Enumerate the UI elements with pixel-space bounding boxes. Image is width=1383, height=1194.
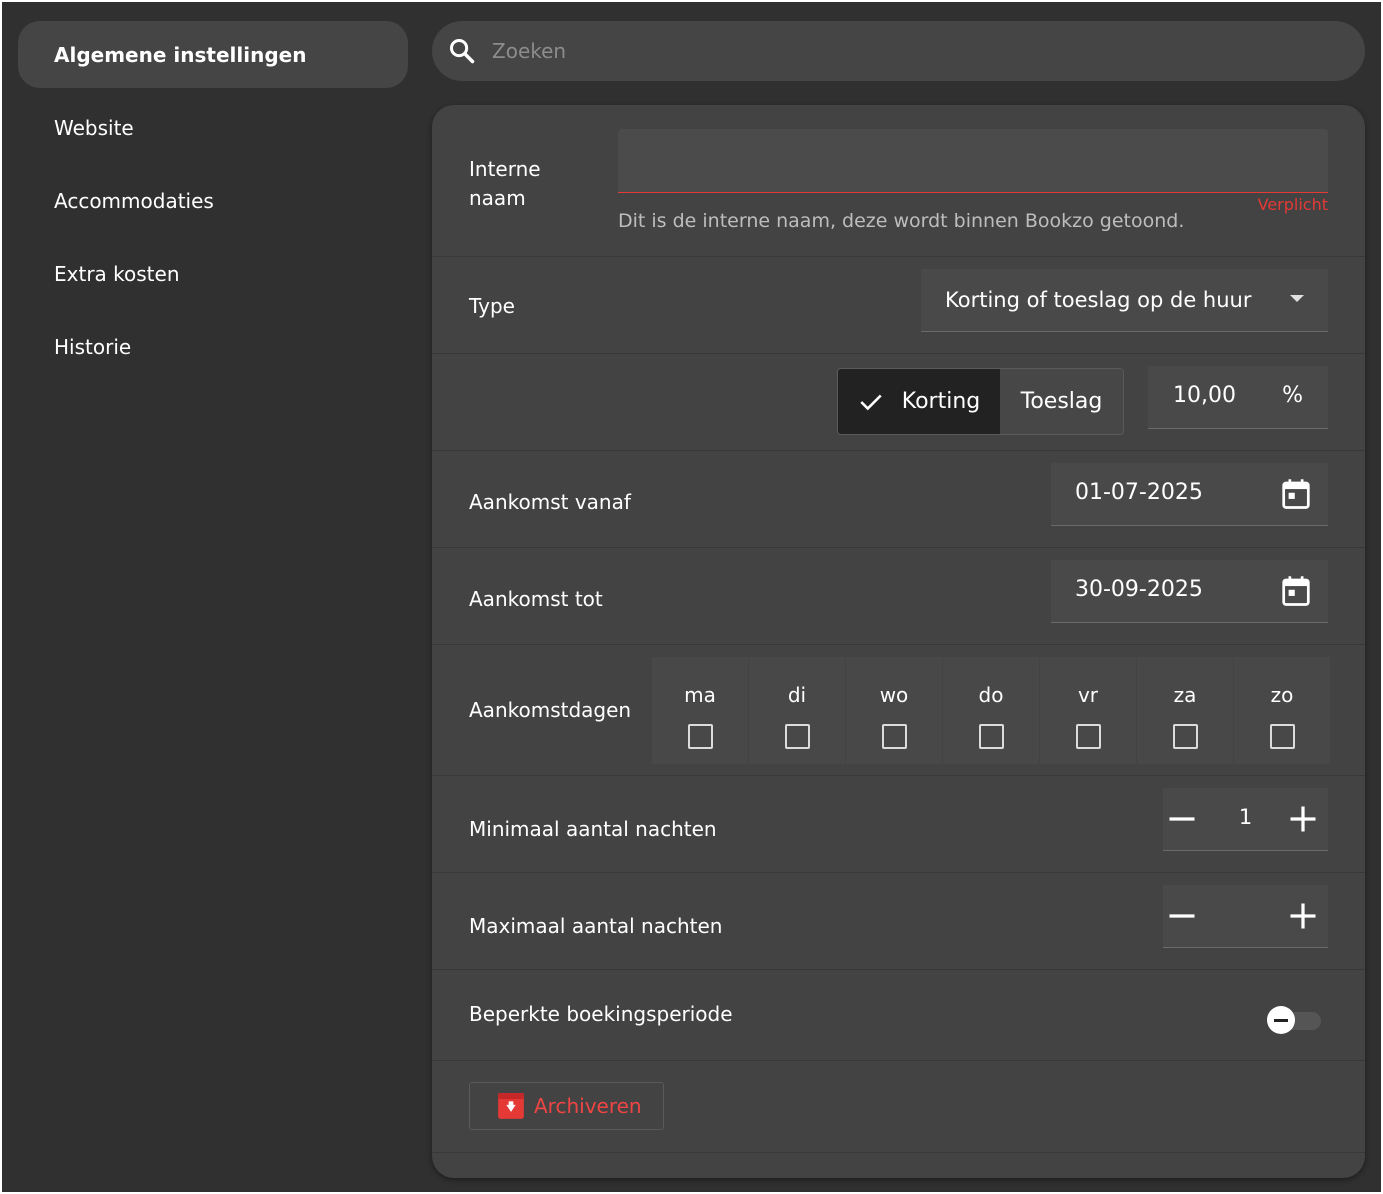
day-za[interactable]: za [1137,657,1233,764]
day-checkbox[interactable] [785,724,810,749]
arrival-to-row: Aankomst tot 30-09-2025 [432,548,1365,645]
archive-button[interactable]: Archiveren [469,1082,664,1130]
type-label: Type [469,294,515,318]
day-label: di [787,683,807,707]
limited-period-toggle[interactable] [1267,1006,1323,1034]
search-input[interactable] [492,39,1312,63]
sidebar-item-historie[interactable]: Historie [18,313,408,380]
calendar-icon[interactable] [1281,575,1311,607]
plus-icon[interactable] [1288,804,1318,834]
internal-name-hint: Dit is de interne naam, deze wordt binne… [618,210,1185,232]
toeslag-option[interactable]: Toeslag [1000,369,1123,434]
discount-surcharge-toggle: Korting Toeslag [837,368,1124,435]
sidebar-item-website[interactable]: Website [18,94,408,161]
min-nights-stepper: 1 [1163,788,1328,851]
check-icon [860,394,882,410]
day-ma[interactable]: ma [652,657,748,764]
search-icon [449,38,475,64]
arrival-to-value: 30-09-2025 [1075,577,1203,602]
toggle-knob [1267,1006,1295,1034]
sidebar-item-extra-kosten[interactable]: Extra kosten [18,240,408,307]
calendar-icon[interactable] [1281,478,1311,510]
minus-icon[interactable] [1167,901,1197,931]
day-vr[interactable]: vr [1040,657,1136,764]
day-checkbox[interactable] [1173,724,1198,749]
amount-input[interactable]: 10,00 % [1148,366,1328,429]
archive-label: Archiveren [534,1094,642,1118]
limited-period-label: Beperkte boekingsperiode [469,1002,733,1026]
plus-icon[interactable] [1288,901,1318,931]
archive-icon [498,1093,524,1119]
max-nights-stepper [1163,885,1328,948]
arrival-to-label: Aankomst tot [469,587,603,611]
day-checkbox[interactable] [688,724,713,749]
arrival-from-row: Aankomst vanaf 01-07-2025 [432,451,1365,548]
day-label: ma [684,683,716,707]
arrival-to-date-input[interactable]: 30-09-2025 [1051,560,1328,623]
chevron-down-icon [1290,295,1304,302]
weekday-selector: ma di wo do vr za zo [652,657,1331,764]
sidebar: Algemene instellingen Website Accommodat… [18,21,408,386]
sidebar-item-accommodaties[interactable]: Accommodaties [18,167,408,234]
internal-name-input[interactable] [618,129,1328,193]
day-label: za [1173,683,1197,707]
type-select[interactable]: Korting of toeslag op de huur [921,269,1328,332]
day-di[interactable]: di [749,657,845,764]
internal-name-label-line2: naam [469,186,526,210]
arrival-from-label: Aankomst vanaf [469,490,631,514]
percent-unit: % [1282,383,1303,408]
korting-option[interactable]: Korting [838,369,1000,434]
settings-card: Interne naam Verplicht Dit is de interne… [432,105,1365,1178]
min-nights-label: Minimaal aantal nachten [469,817,717,841]
amount-value: 10,00 [1173,383,1236,408]
day-label: vr [1077,683,1099,707]
toeslag-label: Toeslag [1020,389,1103,414]
arrival-days-row: Aankomstdagen ma di wo do vr za zo [432,645,1365,776]
type-select-value: Korting of toeslag op de huur [945,288,1252,312]
day-wo[interactable]: wo [846,657,942,764]
day-checkbox[interactable] [1270,724,1295,749]
day-do[interactable]: do [943,657,1039,764]
min-nights-row: Minimaal aantal nachten 1 [432,776,1365,873]
required-indicator: Verplicht [1257,195,1328,214]
adjustment-row: Korting Toeslag 10,00 % [432,354,1365,451]
limited-period-row: Beperkte boekingsperiode [432,970,1365,1061]
day-zo[interactable]: zo [1234,657,1330,764]
korting-label: Korting [901,389,981,414]
arrival-from-value: 01-07-2025 [1075,480,1203,505]
arrival-from-date-input[interactable]: 01-07-2025 [1051,463,1328,526]
day-checkbox[interactable] [882,724,907,749]
day-label: zo [1270,683,1294,707]
archive-row: Archiveren [432,1061,1365,1153]
day-label: do [978,683,1004,707]
type-row: Type Korting of toeslag op de huur [432,257,1365,354]
day-checkbox[interactable] [979,724,1004,749]
max-nights-row: Maximaal aantal nachten [432,873,1365,970]
internal-name-label: Interne naam [469,155,541,213]
day-label: wo [879,683,909,707]
internal-name-label-line1: Interne [469,157,541,181]
max-nights-label: Maximaal aantal nachten [469,914,723,938]
arrival-days-label: Aankomstdagen [469,698,632,722]
sidebar-item-algemene-instellingen[interactable]: Algemene instellingen [18,21,408,88]
search-bar[interactable] [432,21,1365,81]
minus-icon [1274,1019,1288,1022]
day-checkbox[interactable] [1076,724,1101,749]
internal-name-row: Interne naam Verplicht Dit is de interne… [432,105,1365,257]
